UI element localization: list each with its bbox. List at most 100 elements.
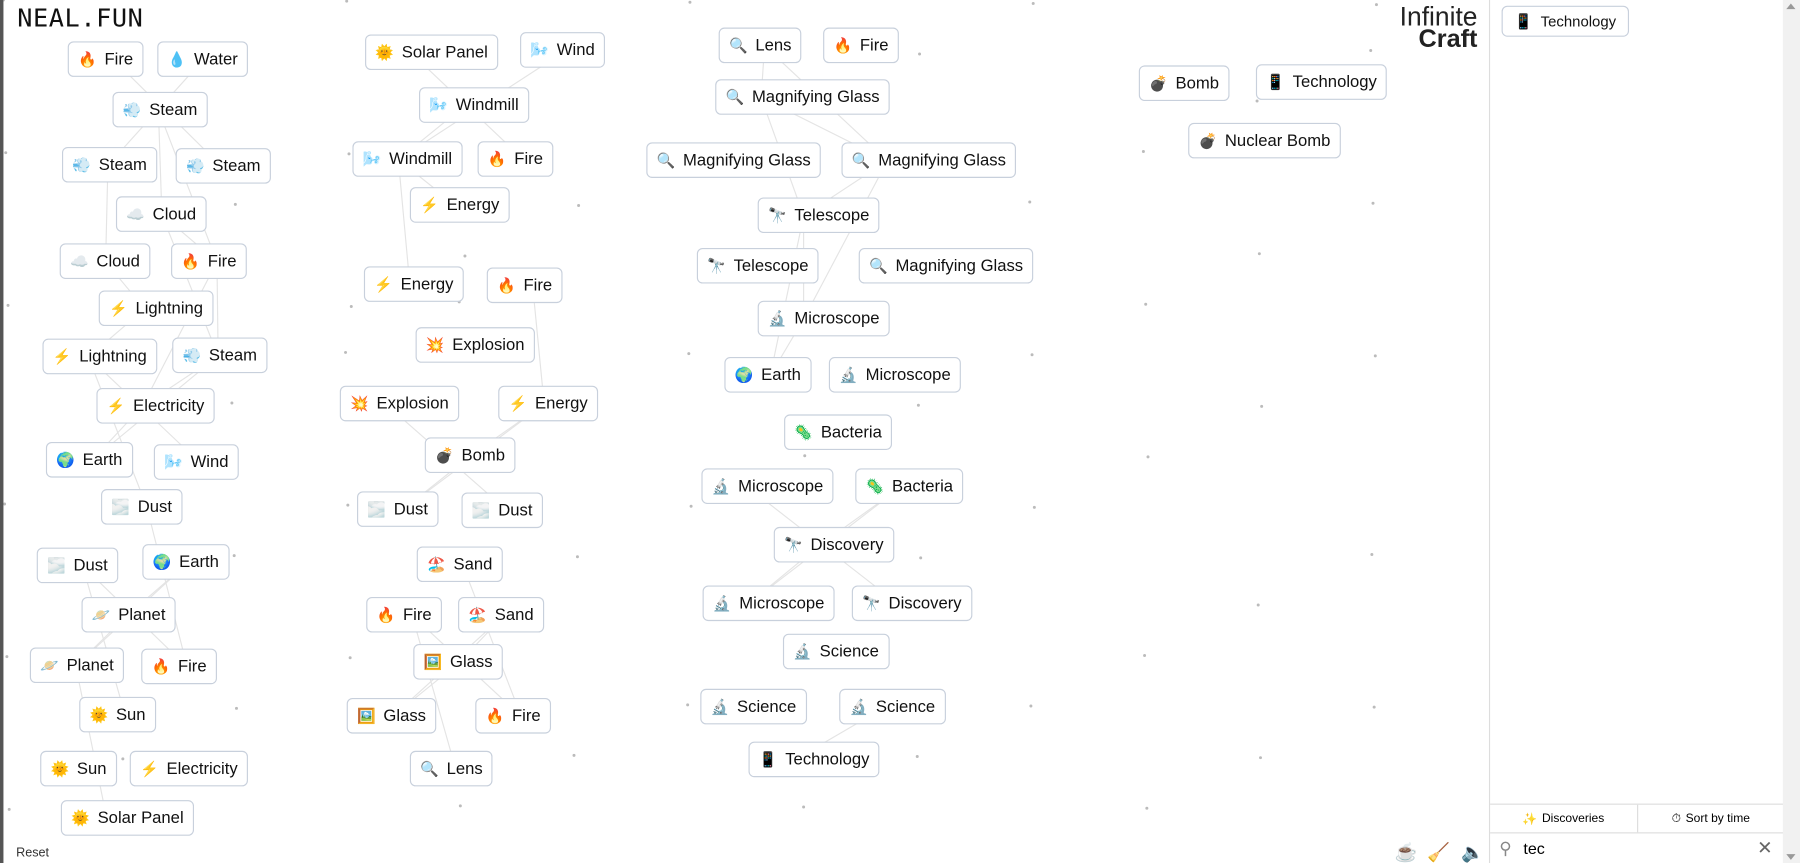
sort-by-time-tab[interactable]: ⏱ Sort by time (1638, 805, 1784, 833)
element-planet[interactable]: 🪐 Planet (29, 647, 125, 684)
element-wind[interactable]: 🌬️ Wind (153, 444, 239, 480)
microscope-icon: 🔬 (839, 365, 858, 383)
element-bacteria[interactable]: 🦠 Bacteria (784, 414, 893, 451)
sidebar-item-technology[interactable]: 📱 Technology (1501, 5, 1629, 37)
element-technology[interactable]: 📱 Technology (748, 741, 880, 778)
element-glass[interactable]: 🖼️ Glass (413, 644, 503, 680)
scroll-down-arrow-icon[interactable] (1786, 854, 1796, 860)
speaker-icon[interactable]: 🔈 (1461, 841, 1484, 863)
star-dot (1372, 705, 1376, 709)
element-fire[interactable]: 🔥 Fire (475, 697, 552, 734)
element-electricity[interactable]: ⚡ Electricity (96, 388, 215, 424)
clear-search-icon[interactable]: ✕ (1757, 836, 1772, 859)
element-fire[interactable]: 🔥 Fire (141, 648, 217, 685)
element-label: Wind (190, 452, 229, 472)
element-label: Bomb (461, 445, 505, 465)
element-steam[interactable]: 💨 Steam (175, 148, 271, 184)
search-input[interactable] (1521, 837, 1733, 859)
element-windmill[interactable]: 🌬️ Windmill (352, 141, 463, 177)
wind-icon: 🌬️ (429, 95, 448, 114)
craft-canvas[interactable]: NEAL.FUN Infinite Craft 🔥 Fire 💧 Water 🌞 Sola… (0, 0, 1489, 863)
element-label: Windmill (455, 95, 519, 115)
element-magnifying-glass[interactable]: 🔍 Magnifying Glass (841, 142, 1017, 178)
reset-button[interactable]: Reset (16, 846, 49, 860)
element-label: Lens (755, 36, 792, 55)
element-energy[interactable]: ⚡ Energy (409, 187, 510, 223)
coffee-icon[interactable]: ☕ (1395, 841, 1418, 863)
element-windmill[interactable]: 🌬️ Windmill (419, 87, 529, 123)
discoveries-tab[interactable]: ✨ Discoveries (1490, 804, 1638, 833)
element-water[interactable]: 💧 Water (157, 41, 249, 77)
element-nuclear-bomb[interactable]: 💣 Nuclear Bomb (1188, 122, 1341, 159)
element-earth[interactable]: 🌍 Earth (45, 441, 133, 478)
element-label: Microscope (738, 476, 824, 496)
element-label: Sand (494, 605, 534, 624)
element-dust[interactable]: 🌫️ Dust (101, 489, 183, 525)
element-electricity[interactable]: ⚡ Electricity (129, 750, 249, 787)
element-fire[interactable]: 🔥 Fire (823, 27, 899, 64)
element-steam[interactable]: 💨 Steam (61, 146, 158, 183)
element-magnifying-glass[interactable]: 🔍 Magnifying Glass (715, 79, 890, 115)
element-fire[interactable]: 🔥 Fire (171, 243, 247, 279)
element-lightning[interactable]: ⚡ Lightning (42, 338, 158, 375)
element-explosion[interactable]: 💥 Explosion (339, 385, 460, 422)
element-energy[interactable]: ⚡ Energy (363, 266, 464, 302)
element-bacteria[interactable]: 🦠 Bacteria (855, 468, 964, 504)
element-bomb[interactable]: 💣 Bomb (424, 437, 516, 473)
element-solar-panel[interactable]: 🌞 Solar Panel (60, 800, 194, 836)
element-dust[interactable]: 🌫️ Dust (36, 547, 119, 584)
element-microscope[interactable]: 🔬 Microscope (828, 357, 962, 393)
element-bomb[interactable]: 💣 Bomb (1138, 65, 1230, 102)
telescope-icon: 🔭 (784, 535, 803, 553)
star-dot (687, 352, 691, 356)
element-discovery[interactable]: 🔭 Discovery (773, 526, 894, 563)
element-fire[interactable]: 🔥 Fire (366, 596, 442, 633)
element-steam[interactable]: 💨 Steam (172, 337, 268, 374)
element-sun[interactable]: 🌞 Sun (40, 750, 117, 787)
element-earth[interactable]: 🌍 Earth (142, 544, 230, 580)
element-glass[interactable]: 🖼️ Glass (346, 697, 437, 734)
element-sun[interactable]: 🌞 Sun (79, 696, 156, 733)
element-cloud[interactable]: ☁️ Cloud (115, 196, 207, 232)
element-magnifying-glass[interactable]: 🔍 Magnifying Glass (646, 142, 822, 178)
element-microscope[interactable]: 🔬 Microscope (701, 468, 834, 504)
globe-icon: 🌍 (56, 450, 75, 468)
element-explosion[interactable]: 💥 Explosion (415, 327, 535, 363)
element-fire[interactable]: 🔥 Fire (67, 41, 144, 77)
globe-icon: 🌍 (734, 365, 754, 383)
broom-icon[interactable]: 🧹 (1427, 841, 1450, 863)
element-telescope[interactable]: 🔭 Telescope (757, 197, 880, 234)
element-technology[interactable]: 📱 Technology (1255, 64, 1388, 100)
element-fire[interactable]: 🔥 Fire (486, 267, 563, 304)
element-lightning[interactable]: ⚡ Lightning (98, 290, 214, 327)
element-science[interactable]: 🔬 Science (782, 633, 890, 670)
element-lens[interactable]: 🔍 Lens (718, 27, 802, 64)
element-sand[interactable]: 🏖️ Sand (416, 546, 503, 583)
element-sand[interactable]: 🏖️ Sand (458, 596, 545, 633)
neal-fun-logo[interactable]: NEAL.FUN (17, 5, 143, 34)
element-science[interactable]: 🔬 Science (700, 688, 807, 725)
element-energy[interactable]: ⚡ Energy (498, 385, 599, 422)
element-lens[interactable]: 🔍 Lens (409, 750, 494, 787)
scrollbar[interactable] (1782, 0, 1800, 863)
element-cloud[interactable]: ☁️ Cloud (59, 243, 151, 279)
star-dot (230, 401, 234, 405)
star-dot (1141, 150, 1145, 154)
element-fire[interactable]: 🔥 Fire (477, 141, 554, 177)
element-planet[interactable]: 🪐 Planet (81, 596, 176, 633)
element-magnifying-glass[interactable]: 🔍 Magnifying Glass (858, 247, 1034, 284)
element-microscope[interactable]: 🔬 Microscope (757, 300, 890, 337)
element-dust[interactable]: 🌫️ Dust (461, 492, 543, 529)
element-microscope[interactable]: 🔬 Microscope (702, 585, 835, 622)
element-solar-panel[interactable]: 🌞 Solar Panel (365, 34, 499, 71)
element-steam[interactable]: 💨 Steam (112, 91, 208, 128)
steam-icon: 💨 (72, 155, 91, 173)
element-science[interactable]: 🔬 Science (839, 688, 946, 725)
element-telescope[interactable]: 🔭 Telescope (696, 247, 819, 284)
element-dust[interactable]: 🌫️ Dust (357, 491, 439, 527)
element-discovery[interactable]: 🔭 Discovery (851, 585, 972, 622)
element-label: Fire (104, 49, 134, 69)
scroll-up-arrow-icon[interactable] (1786, 3, 1796, 10)
element-earth[interactable]: 🌍 Earth (724, 357, 812, 393)
element-wind[interactable]: 🌬️ Wind (520, 32, 606, 68)
